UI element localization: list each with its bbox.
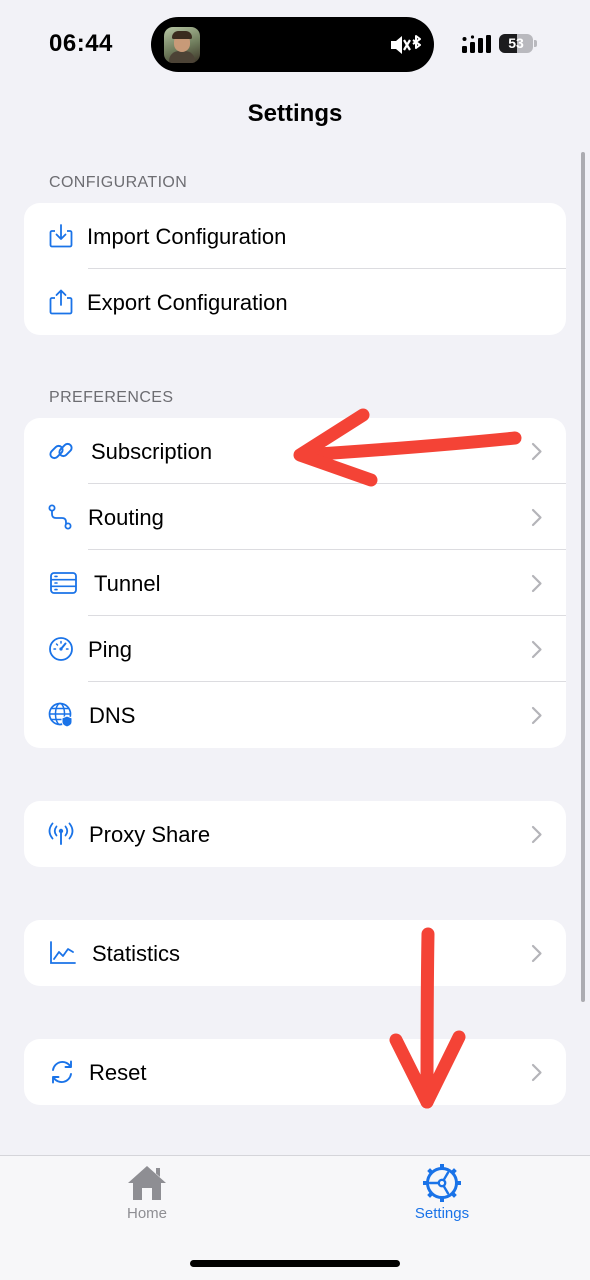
chevron-right-icon bbox=[531, 574, 542, 593]
ping-row[interactable]: Ping bbox=[24, 616, 566, 682]
reset-group: Reset bbox=[24, 1039, 566, 1105]
export-icon bbox=[49, 289, 73, 315]
tab-home-label: Home bbox=[126, 1205, 167, 1222]
statistics-row[interactable]: Statistics bbox=[24, 920, 566, 986]
home-indicator[interactable] bbox=[190, 1260, 400, 1267]
chevron-right-icon bbox=[531, 1063, 542, 1082]
dynamic-island[interactable] bbox=[151, 17, 434, 72]
chevron-right-icon bbox=[531, 706, 542, 725]
proxy-share-row[interactable]: Proxy Share bbox=[24, 801, 566, 867]
antenna-icon bbox=[48, 822, 74, 845]
subscription-row[interactable]: Subscription bbox=[24, 418, 566, 484]
dns-row[interactable]: DNS bbox=[24, 682, 566, 748]
chevron-right-icon bbox=[531, 825, 542, 844]
routing-label: Routing bbox=[88, 505, 164, 530]
status-time: 06:44 bbox=[49, 30, 113, 57]
tab-settings-label: Settings bbox=[414, 1205, 470, 1222]
export-configuration-row[interactable]: Export Configuration bbox=[24, 269, 566, 335]
import-icon bbox=[49, 224, 73, 248]
subscription-label: Subscription bbox=[91, 439, 213, 464]
preferences-group: Subscription Routing Tunnel Ping DNS bbox=[24, 418, 566, 748]
scrollbar[interactable] bbox=[581, 152, 585, 1002]
battery-indicator: 53 bbox=[499, 34, 537, 54]
chevron-right-icon bbox=[531, 508, 542, 527]
section-header-configuration: CONFIGURATION bbox=[49, 174, 188, 191]
routing-row[interactable]: Routing bbox=[24, 484, 566, 550]
import-configuration-row[interactable]: Import Configuration bbox=[24, 203, 566, 269]
refresh-icon bbox=[52, 1060, 72, 1084]
globe-shield-icon bbox=[48, 702, 73, 728]
tunnel-row[interactable]: Tunnel bbox=[24, 550, 566, 616]
chevron-right-icon bbox=[531, 944, 542, 963]
tab-home[interactable]: Home bbox=[87, 1164, 207, 1222]
chevron-right-icon bbox=[531, 442, 542, 461]
gear-icon bbox=[423, 1164, 461, 1202]
proxy-share-label: Proxy Share bbox=[89, 822, 211, 847]
status-bar: 06:44 53 bbox=[0, 0, 590, 90]
statistics-label: Statistics bbox=[92, 941, 181, 966]
now-playing-avatar bbox=[164, 27, 200, 63]
reset-row[interactable]: Reset bbox=[24, 1039, 566, 1105]
page-title: Settings bbox=[247, 100, 343, 127]
import-configuration-label: Import Configuration bbox=[87, 224, 287, 249]
house-icon bbox=[128, 1166, 166, 1200]
server-icon bbox=[50, 572, 77, 594]
dns-label: DNS bbox=[89, 703, 136, 728]
export-configuration-label: Export Configuration bbox=[87, 290, 288, 315]
tab-settings[interactable]: Settings bbox=[382, 1164, 502, 1222]
cellular-signal-icon bbox=[462, 35, 491, 53]
reset-label: Reset bbox=[89, 1060, 147, 1085]
section-header-preferences: PREFERENCES bbox=[49, 389, 174, 406]
tunnel-label: Tunnel bbox=[94, 571, 161, 596]
proxy-share-group: Proxy Share bbox=[24, 801, 566, 867]
configuration-group: Import Configuration Export Configuratio… bbox=[24, 203, 566, 335]
link-icon bbox=[49, 442, 73, 460]
chart-icon bbox=[50, 941, 76, 964]
route-icon bbox=[48, 504, 72, 530]
mute-bluetooth-icon bbox=[391, 35, 421, 54]
battery-level: 53 bbox=[508, 35, 524, 51]
statistics-group: Statistics bbox=[24, 920, 566, 986]
ping-label: Ping bbox=[88, 637, 133, 662]
chevron-right-icon bbox=[531, 640, 542, 659]
speedometer-icon bbox=[49, 637, 73, 661]
